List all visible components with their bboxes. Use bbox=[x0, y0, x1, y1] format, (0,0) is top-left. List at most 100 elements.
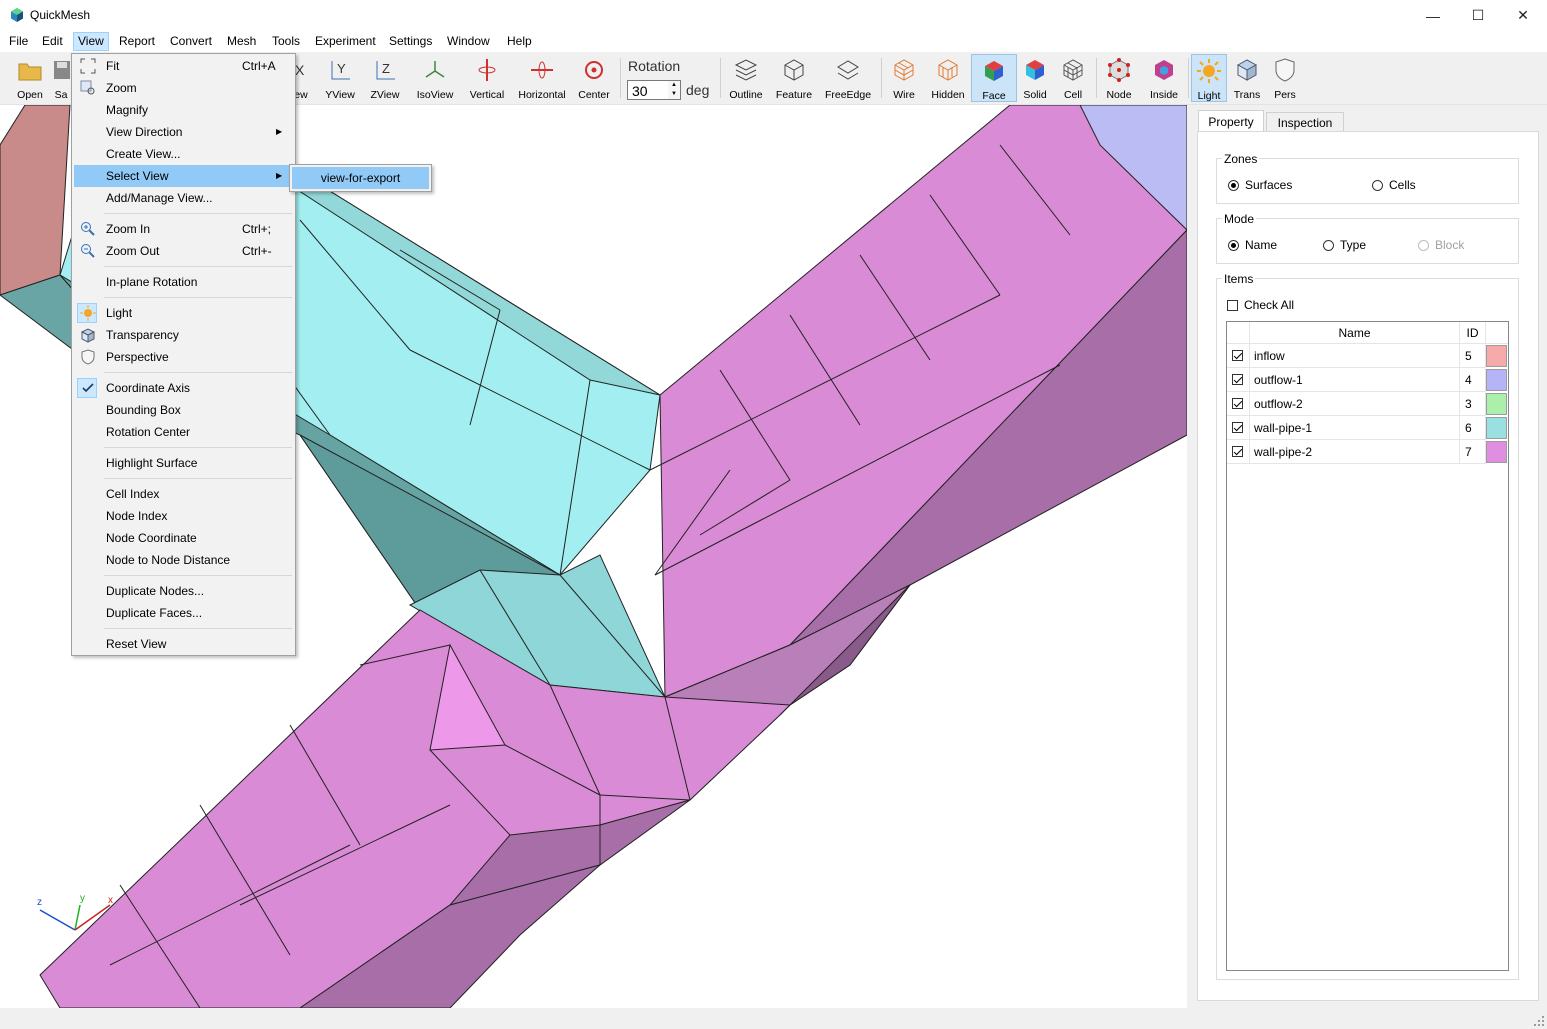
pers-button[interactable]: Pers bbox=[1268, 54, 1302, 102]
wire-label: Wire bbox=[893, 89, 915, 101]
row-check-cell[interactable] bbox=[1227, 416, 1250, 440]
menu-tools[interactable]: Tools bbox=[268, 33, 304, 50]
menu-item-reset-view[interactable]: Reset View bbox=[74, 633, 293, 655]
zones-cells-radio[interactable]: Cells bbox=[1372, 178, 1416, 192]
hidden-button[interactable]: Hidden bbox=[928, 54, 968, 102]
rotation-input[interactable]: 30 bbox=[627, 80, 669, 100]
menu-item-select-view[interactable]: Select View ▶ bbox=[74, 165, 293, 187]
menu-view[interactable]: View bbox=[73, 32, 109, 51]
table-row[interactable]: outflow-1 4 bbox=[1227, 368, 1508, 392]
checkbox[interactable] bbox=[1232, 446, 1243, 457]
menu-item-perspective[interactable]: Perspective bbox=[74, 346, 293, 368]
menu-file[interactable]: File bbox=[5, 33, 32, 50]
mode-type-radio[interactable]: Type bbox=[1323, 238, 1366, 252]
menu-item-fit[interactable]: Fit Ctrl+A bbox=[74, 55, 293, 77]
close-button[interactable]: ✕ bbox=[1500, 0, 1546, 31]
center-button[interactable]: Center bbox=[575, 54, 613, 102]
rotation-spinner[interactable]: ▲ ▼ bbox=[668, 80, 681, 100]
zview-button[interactable]: Z ZView bbox=[365, 54, 405, 102]
menu-item-coordinate-axis[interactable]: Coordinate Axis bbox=[74, 377, 293, 399]
submenu-arrow-icon: ▶ bbox=[276, 127, 283, 136]
inside-button[interactable]: Inside bbox=[1144, 54, 1184, 102]
menu-window[interactable]: Window bbox=[443, 33, 494, 50]
menu-item-zoom-in[interactable]: Zoom In Ctrl+; bbox=[74, 218, 293, 240]
solid-button[interactable]: Solid bbox=[1019, 54, 1051, 102]
row-color-swatch[interactable] bbox=[1486, 393, 1507, 415]
menu-item-create-view[interactable]: Create View... bbox=[74, 143, 293, 165]
trans-button[interactable]: Trans bbox=[1230, 54, 1264, 102]
isoview-button[interactable]: IsoView bbox=[412, 54, 458, 102]
wire-cube-icon bbox=[894, 59, 914, 81]
menu-item-duplicate-nodes[interactable]: Duplicate Nodes... bbox=[74, 580, 293, 602]
resize-grip-icon[interactable] bbox=[1533, 1015, 1545, 1027]
menu-settings[interactable]: Settings bbox=[385, 33, 436, 50]
node-button[interactable]: Node bbox=[1101, 54, 1137, 102]
zones-surfaces-radio[interactable]: Surfaces bbox=[1228, 178, 1292, 192]
light-button[interactable]: Light bbox=[1191, 54, 1227, 102]
table-row[interactable]: inflow 5 bbox=[1227, 344, 1508, 368]
menu-item-view-direction[interactable]: View Direction ▶ bbox=[74, 121, 293, 143]
row-check-cell[interactable] bbox=[1227, 368, 1250, 392]
menu-mesh[interactable]: Mesh bbox=[223, 33, 260, 50]
menu-item-highlight-surface[interactable]: Highlight Surface bbox=[74, 452, 293, 474]
mode-name-radio[interactable]: Name bbox=[1228, 238, 1277, 252]
row-color-swatch[interactable] bbox=[1486, 369, 1507, 391]
tab-inspection[interactable]: Inspection bbox=[1266, 112, 1344, 132]
save-button[interactable]: Sa bbox=[52, 54, 70, 102]
table-row[interactable]: wall-pipe-2 7 bbox=[1227, 440, 1508, 464]
minimize-button[interactable]: — bbox=[1410, 0, 1456, 31]
menu-edit[interactable]: Edit bbox=[38, 33, 67, 50]
menu-item-magnify[interactable]: Magnify bbox=[74, 99, 293, 121]
checkbox[interactable] bbox=[1232, 350, 1243, 361]
menu-report[interactable]: Report bbox=[115, 33, 159, 50]
center-target-icon bbox=[585, 61, 603, 79]
checkbox[interactable] bbox=[1232, 398, 1243, 409]
row-check-cell[interactable] bbox=[1227, 440, 1250, 464]
menu-item-inplane-rotation[interactable]: In-plane Rotation bbox=[74, 271, 293, 293]
menu-item-node-to-node-distance[interactable]: Node to Node Distance bbox=[74, 549, 293, 571]
menu-item-node-index[interactable]: Node Index bbox=[74, 505, 293, 527]
row-color-swatch[interactable] bbox=[1486, 417, 1507, 439]
menu-help[interactable]: Help bbox=[503, 33, 536, 50]
menu-convert[interactable]: Convert bbox=[166, 33, 216, 50]
table-row[interactable]: wall-pipe-1 6 bbox=[1227, 416, 1508, 440]
horizontal-button[interactable]: Horizontal bbox=[515, 54, 569, 102]
face-button[interactable]: Face bbox=[971, 54, 1017, 102]
menu-item-zoom-out[interactable]: Zoom Out Ctrl+- bbox=[74, 240, 293, 262]
mode-block-radio[interactable]: Block bbox=[1418, 238, 1464, 252]
menu-item-add-manage-view[interactable]: Add/Manage View... bbox=[74, 187, 293, 209]
tab-property[interactable]: Property bbox=[1198, 110, 1264, 133]
mode-title: Mode bbox=[1222, 212, 1257, 226]
table-header-name[interactable]: Name bbox=[1250, 322, 1460, 344]
maximize-button[interactable]: ☐ bbox=[1455, 0, 1501, 31]
menu-experiment[interactable]: Experiment bbox=[311, 33, 380, 50]
menu-item-label: Light bbox=[106, 306, 133, 320]
row-color-swatch[interactable] bbox=[1486, 441, 1507, 463]
checkbox[interactable] bbox=[1232, 374, 1243, 385]
menu-item-light[interactable]: Light bbox=[74, 302, 293, 324]
open-button[interactable]: Open bbox=[10, 54, 50, 102]
table-row[interactable]: outflow-2 3 bbox=[1227, 392, 1508, 416]
menu-item-duplicate-faces[interactable]: Duplicate Faces... bbox=[74, 602, 293, 624]
menu-item-zoom[interactable]: Zoom bbox=[74, 77, 293, 99]
table-header-id[interactable]: ID bbox=[1460, 322, 1486, 344]
freeedge-button[interactable]: FreeEdge bbox=[822, 54, 874, 102]
menu-item-rotation-center[interactable]: Rotation Center bbox=[74, 421, 293, 443]
row-check-cell[interactable] bbox=[1227, 392, 1250, 416]
row-check-cell[interactable] bbox=[1227, 344, 1250, 368]
check-all-checkbox[interactable]: Check All bbox=[1227, 298, 1294, 312]
menu-item-node-coordinate[interactable]: Node Coordinate bbox=[74, 527, 293, 549]
row-color-swatch[interactable] bbox=[1486, 345, 1507, 367]
feature-button[interactable]: Feature bbox=[772, 54, 816, 102]
outline-button[interactable]: Outline bbox=[726, 54, 766, 102]
sun-icon bbox=[80, 305, 96, 321]
menu-item-transparency[interactable]: Transparency bbox=[74, 324, 293, 346]
menu-item-bounding-box[interactable]: Bounding Box bbox=[74, 399, 293, 421]
submenu-item-view-for-export[interactable]: view-for-export bbox=[292, 167, 429, 189]
cell-button[interactable]: Cell bbox=[1056, 54, 1090, 102]
menu-item-cell-index[interactable]: Cell Index bbox=[74, 483, 293, 505]
checkbox[interactable] bbox=[1232, 422, 1243, 433]
yview-button[interactable]: Y YView bbox=[320, 54, 360, 102]
wire-button[interactable]: Wire bbox=[886, 54, 922, 102]
vertical-button[interactable]: Vertical bbox=[465, 54, 509, 102]
